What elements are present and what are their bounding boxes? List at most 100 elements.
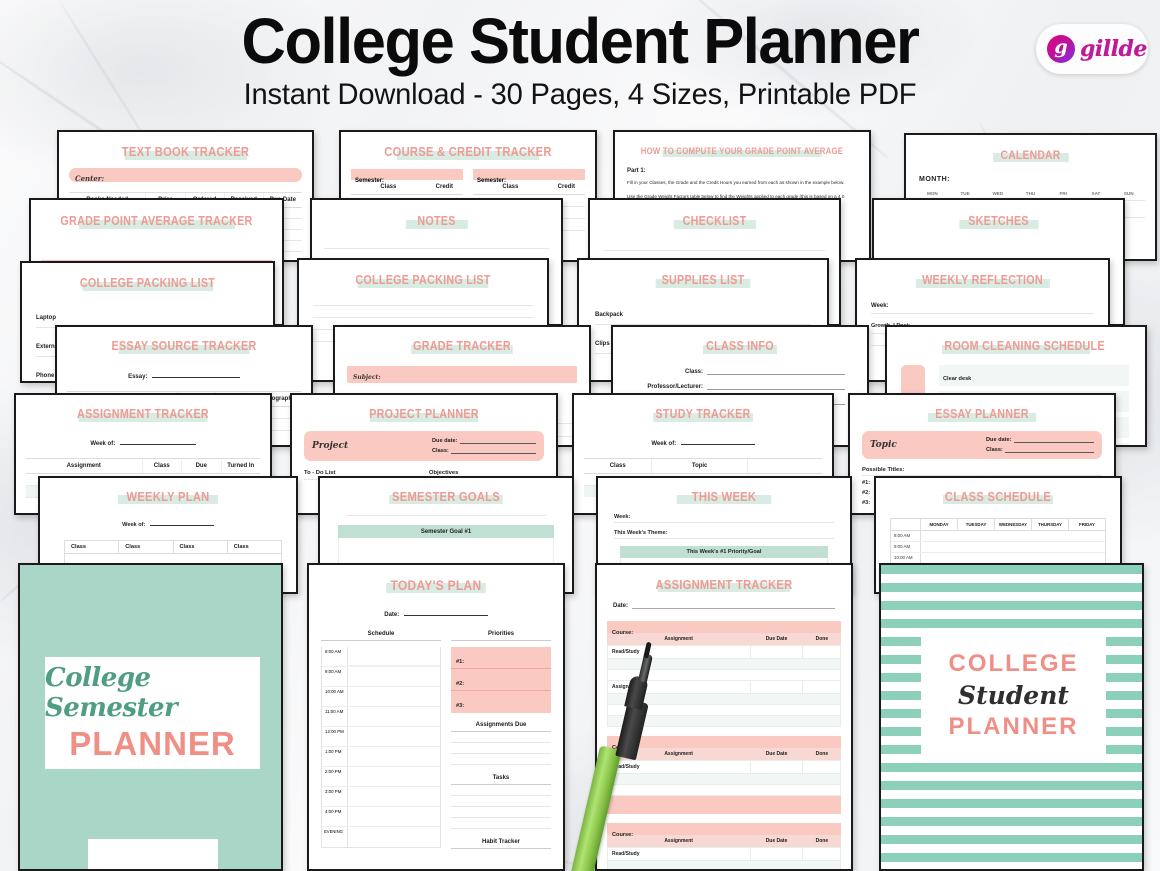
table-row[interactable]: Read/Study [607, 645, 841, 659]
page-heading: CLASS SCHEDULE [942, 489, 1054, 504]
weekday-header: WED [992, 191, 1004, 196]
possible-titles-label: Possible Titles: [862, 467, 905, 473]
class-label: Class: [986, 447, 1003, 453]
course-bar[interactable]: Course: [607, 621, 841, 636]
subject-bar[interactable]: Subject: [347, 366, 577, 383]
cover-title-block: COLLEGE Student PLANNER [921, 631, 1106, 759]
weekday-header: MON [927, 191, 938, 196]
page-heading: SUPPLIES LIST [596, 273, 809, 288]
time-label: 10:00 AM [322, 687, 348, 706]
page-heading: STUDY TRACKER [592, 407, 814, 422]
date-label: Date: [384, 612, 400, 618]
due-date-label: Due date: [432, 438, 458, 444]
due-date-input[interactable] [459, 439, 536, 444]
semester-bar[interactable]: Semester: [473, 169, 585, 184]
column-header: Class [609, 463, 626, 469]
page-heading: CALENDAR [923, 148, 1137, 162]
page-heading: COLLEGE PACKING LIST [79, 276, 216, 291]
cover-college-student-planner[interactable]: COLLEGE Student PLANNER [879, 563, 1144, 871]
professor-input[interactable] [707, 384, 845, 390]
column-header: WEDNESDAY [995, 519, 1032, 530]
priority-goal-bar[interactable]: This Week's #1 Priority/Goal [620, 546, 828, 558]
gillde-g-icon: g [1047, 35, 1075, 63]
list-item-label: Clips [595, 341, 610, 347]
priorities-header: Priorities [451, 631, 551, 641]
page-heading: GRADE POINT AVERAGE TRACKER [60, 214, 253, 229]
semester-bar[interactable]: Semester: [351, 169, 463, 184]
brand-name: gillde [1080, 36, 1147, 62]
class-input[interactable] [1004, 448, 1094, 453]
semester-goal-bar[interactable]: Semester Goal #1 [338, 525, 554, 538]
week-of-input[interactable] [149, 520, 214, 526]
cover-college-semester-planner[interactable]: College Semester PLANNER [18, 563, 283, 871]
course-block[interactable]: Course: Assignment Due Date Done Read/St… [607, 736, 841, 814]
week-of-input[interactable] [680, 438, 755, 445]
time-label: 12:00 PM [322, 727, 348, 746]
page-heading: NOTES [329, 214, 543, 229]
tasks-header: Tasks [451, 775, 551, 785]
column-header: Due Date [765, 751, 788, 757]
priorities-block[interactable]: #1: #2: #3: [451, 647, 551, 713]
project-label: Project [312, 441, 349, 451]
column-header: Due [181, 459, 221, 473]
column-header: Class [380, 184, 397, 190]
column-header: Done [815, 636, 829, 642]
column-header: Assignment [664, 636, 693, 642]
weekday-header: SAT [1091, 191, 1101, 196]
week-of-input[interactable] [119, 438, 196, 445]
course-block[interactable]: Course: Assignment Due Date Done Read/St… [607, 823, 841, 869]
course-bar[interactable]: Course: [607, 736, 841, 751]
list-item[interactable]: Clear desk [939, 365, 1129, 386]
page-heading: ESSAY SOURCE TRACKER [111, 339, 257, 354]
list-item-label: Phone [36, 373, 55, 379]
page-heading: ASSIGNMENT TRACKER [655, 577, 793, 592]
page-heading: TODAY'S PLAN [327, 577, 545, 593]
page-heading: GRADE TRACKER [411, 339, 513, 354]
column-header: Assignment [664, 838, 693, 844]
due-date-label: Due date: [986, 437, 1012, 443]
priority-row[interactable]: #3: [451, 691, 551, 713]
weekday-header: TUE [960, 191, 970, 196]
project-block[interactable]: Project Due date: Class: [304, 431, 544, 461]
date-input[interactable] [403, 609, 488, 616]
column-header: Class [119, 541, 174, 553]
page-heading: THIS WEEK [616, 489, 833, 504]
page-heading: WEEKLY REFLECTION [875, 273, 1091, 288]
list-item[interactable]: Backpack [595, 303, 811, 325]
week-of-label: Week of: [651, 441, 677, 447]
table-row[interactable]: Read/Study [607, 760, 841, 774]
list-item-label: Clear desk [943, 375, 972, 382]
topic-block[interactable]: Topic Due date: Class: [862, 431, 1102, 459]
page-heading: CHECKLIST [607, 214, 821, 229]
date-input[interactable] [632, 602, 835, 609]
page-heading: ROOM CLEANING SCHEDULE [905, 339, 1127, 354]
column-header: Assignment [66, 463, 101, 469]
field-label: Class: [684, 369, 703, 375]
page-todays-plan[interactable]: TODAY'S PLAN Date: Schedule 8:00 AM 9:00… [307, 563, 565, 871]
time-label: 9:00 AM [322, 667, 348, 686]
brand-logo[interactable]: g gillde [1036, 24, 1148, 74]
time-label: 9:00 AM [891, 542, 921, 552]
column-header: Credit [557, 184, 575, 190]
column-header: Due Date [765, 636, 788, 642]
page-heading: HOW TO COMPUTE YOUR GRADE POINT AVERAGE [640, 146, 844, 157]
schedule-grid[interactable]: 8:00 AM 9:00 AM 10:00 AM 11:00 AM 12:00 … [321, 647, 441, 848]
column-header: MONDAY [921, 519, 958, 530]
table-row[interactable]: Read/Study [607, 847, 841, 861]
column-header: Credit [435, 184, 453, 190]
center-input-bar[interactable]: Center: [69, 168, 302, 183]
cover-line-1: COLLEGE [948, 649, 1079, 677]
essay-input[interactable] [151, 371, 240, 378]
row-label: Read/Study [612, 851, 640, 857]
page-heading: WEEKLY PLAN [58, 489, 278, 504]
class-input[interactable] [707, 369, 845, 375]
row-label: Read/Study [612, 764, 640, 770]
due-date-input[interactable] [1013, 438, 1094, 443]
class-input[interactable] [450, 449, 536, 454]
cover-title-block: College Semester PLANNER [45, 657, 260, 769]
priority-row[interactable]: #2: [451, 669, 551, 691]
priority-row[interactable]: #1: [451, 647, 551, 669]
weekday-header: FRI [1059, 191, 1067, 196]
course-bar[interactable]: Course: [607, 823, 841, 838]
cover-line-2: Student [958, 680, 1069, 710]
